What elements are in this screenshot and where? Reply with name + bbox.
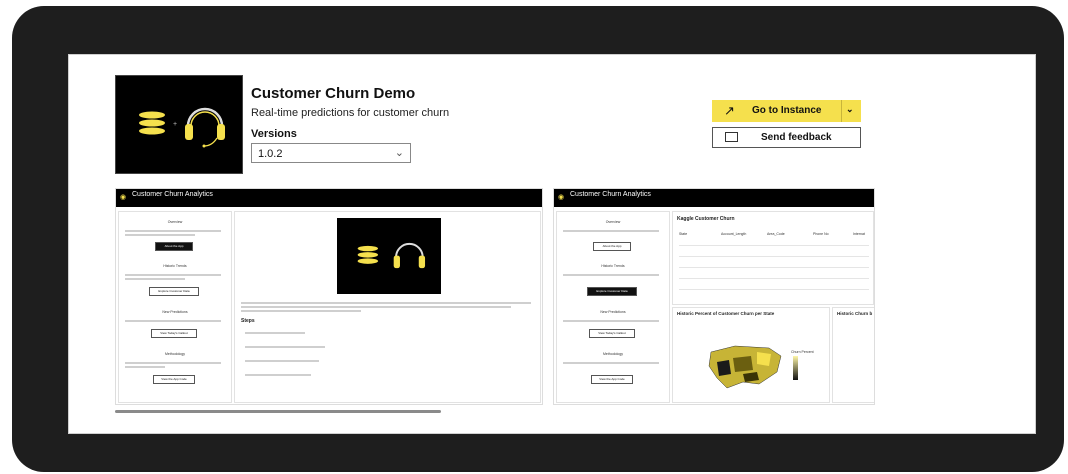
- step-line: [245, 374, 311, 376]
- text-line: [563, 274, 659, 276]
- table-row: [679, 278, 869, 279]
- table-row: [679, 289, 869, 290]
- step-line: [245, 346, 325, 348]
- text-line: [125, 278, 185, 280]
- todays-callout-button[interactable]: View Today's Callout: [151, 329, 197, 338]
- map-title: Historic Percent of Customer Churn per S…: [677, 311, 775, 316]
- table-header: Area_Code: [767, 232, 785, 236]
- trend-title: Historic Churn b: [837, 311, 873, 316]
- version-value: 1.0.2: [258, 148, 283, 160]
- text-line: [563, 362, 659, 364]
- about-app-button[interactable]: About the App: [593, 242, 631, 251]
- go-to-instance-button[interactable]: ↗ Go to Instance ⌄: [712, 100, 861, 122]
- view-code-button[interactable]: View the App Code: [153, 375, 195, 384]
- screenshot-hero-image: [337, 218, 441, 294]
- legend-title: Churn Percent: [791, 350, 814, 354]
- device-frame: + Customer Churn Demo Real-time predicti…: [12, 6, 1064, 472]
- text-line: [125, 320, 221, 322]
- text-line: [241, 302, 531, 304]
- app-logo-icon: ◉: [120, 194, 127, 201]
- data-table-panel: Kaggle Customer Churn State Account_Leng…: [672, 211, 874, 305]
- table-header: Phone No: [813, 232, 829, 236]
- overview-title: Overview: [605, 220, 621, 224]
- text-line: [563, 230, 659, 232]
- methodology-title: Methodology: [602, 352, 624, 356]
- map-panel: Historic Percent of Customer Churn per S…: [672, 307, 830, 403]
- table-header: State: [679, 232, 688, 236]
- gallery-scrollbar[interactable]: [115, 410, 441, 413]
- text-line: [125, 234, 195, 236]
- arrow-up-right-icon: ↗: [724, 103, 735, 118]
- send-feedback-button[interactable]: Send feedback: [712, 127, 861, 148]
- predictions-title: New Predictions: [162, 310, 188, 314]
- screenshot-main: Steps: [234, 211, 541, 403]
- app-logo-icon: ◉: [558, 194, 565, 201]
- screenshot-sidebar: Overview About the App Historic Trends E…: [118, 211, 232, 403]
- screenshot-app-title: Customer Churn Analytics: [132, 191, 213, 198]
- table-row: [679, 267, 869, 268]
- view-code-button[interactable]: View the App Code: [591, 375, 633, 384]
- screenshot-header: ◉ Customer Churn Analytics: [554, 189, 874, 207]
- churn-logo-icon: +: [116, 76, 242, 173]
- overview-title: Overview: [167, 220, 183, 224]
- text-line: [125, 274, 221, 276]
- text-line: [125, 362, 221, 364]
- text-line: [563, 320, 659, 322]
- trends-title: Historic Trends: [601, 264, 625, 268]
- steps-title: Steps: [241, 318, 255, 324]
- text-line: [241, 306, 511, 308]
- screenshot-gallery[interactable]: ◉ Customer Churn Analytics Overview Abou…: [115, 188, 995, 408]
- mail-icon: [725, 132, 738, 142]
- send-feedback-label: Send feedback: [761, 132, 832, 143]
- map-legend: [793, 356, 798, 380]
- screen: + Customer Churn Demo Real-time predicti…: [68, 54, 1036, 434]
- chevron-down-icon: ⌄: [394, 147, 404, 159]
- step-line: [245, 360, 319, 362]
- version-select[interactable]: 1.0.2 ⌄: [251, 143, 411, 163]
- text-line: [125, 230, 221, 232]
- table-title: Kaggle Customer Churn: [677, 216, 735, 222]
- table-header: Account_Length: [721, 232, 747, 236]
- todays-callout-button[interactable]: View Today's Callout: [589, 329, 635, 338]
- versions-label: Versions: [251, 128, 297, 140]
- chevron-down-icon[interactable]: ⌄: [846, 104, 854, 115]
- methodology-title: Methodology: [164, 352, 186, 356]
- us-map-icon: [708, 345, 798, 389]
- table-row: [679, 256, 869, 257]
- app-title: Customer Churn Demo: [251, 85, 416, 102]
- text-line: [241, 310, 361, 312]
- table-header: Internat: [853, 232, 865, 236]
- svg-text:+: +: [173, 121, 177, 128]
- table-row: [679, 245, 869, 246]
- screenshot-header: ◉ Customer Churn Analytics: [116, 189, 542, 207]
- screenshot-sidebar: Overview About the App Historic Trends E…: [556, 211, 670, 403]
- churn-trend-panel: Historic Churn b: [832, 307, 874, 403]
- app-subtitle: Real-time predictions for customer churn: [251, 107, 450, 119]
- explore-data-button[interactable]: Explore Customer Data: [149, 287, 199, 296]
- app-hero-image: +: [115, 75, 243, 174]
- churn-logo-icon: [357, 242, 426, 269]
- step-line: [245, 332, 305, 334]
- trends-title: Historic Trends: [163, 264, 187, 268]
- screenshot-app-title: Customer Churn Analytics: [570, 191, 651, 198]
- button-divider: [841, 100, 842, 122]
- explore-data-button[interactable]: Explore Customer Data: [587, 287, 637, 296]
- gallery-screenshot-1[interactable]: ◉ Customer Churn Analytics Overview Abou…: [115, 188, 543, 405]
- text-line: [125, 366, 165, 368]
- predictions-title: New Predictions: [600, 310, 626, 314]
- about-app-button[interactable]: About the App: [155, 242, 193, 251]
- gallery-screenshot-2[interactable]: ◉ Customer Churn Analytics Overview Abou…: [553, 188, 875, 405]
- go-to-instance-label: Go to Instance: [752, 105, 822, 116]
